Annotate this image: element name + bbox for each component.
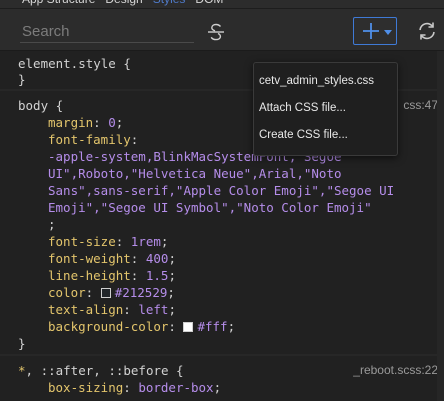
chevron-down-icon <box>384 30 392 35</box>
plus-icon <box>362 22 380 44</box>
decl-color[interactable]: color: #212529; <box>48 284 175 301</box>
color-swatch[interactable] <box>183 322 194 332</box>
refresh-icon[interactable] <box>416 20 438 42</box>
font-family-terminator: ; <box>48 217 56 232</box>
menu-item-create-css[interactable]: Create CSS file... <box>259 129 348 141</box>
decl-font-size[interactable]: font-size: 1rem; <box>48 233 168 250</box>
decl-box-sizing[interactable]: box-sizing: border-box; <box>48 379 221 396</box>
reboot-rule[interactable]: *, ::after, ::before { _reboot.scss:22 b… <box>0 356 444 401</box>
add-stylesheet-menu: cetv_admin_styles.css Attach CSS file...… <box>253 62 398 156</box>
font-family-value-line: Emoji","Segoe UI Symbol","Noto Color Emo… <box>48 200 372 215</box>
element-style-selector: element.style { <box>18 56 131 71</box>
rule-close-brace: } <box>18 336 26 351</box>
font-family-value-line: Sans",sans-serif,"Apple Color Emoji","Se… <box>48 183 395 198</box>
tab-styles[interactable]: Styles <box>153 0 186 8</box>
decl-background-color[interactable]: background-color: #fff; <box>48 318 235 335</box>
strikethrough-filter-icon[interactable] <box>206 21 226 43</box>
rule-close-brace: } <box>18 72 26 87</box>
body-selector: body { <box>18 98 64 113</box>
menu-item-stylesheet[interactable]: cetv_admin_styles.css <box>259 75 374 87</box>
search-input[interactable] <box>20 20 194 43</box>
universal-selector: *, ::after, ::before { <box>18 363 184 378</box>
menu-item-attach-css[interactable]: Attach CSS file... <box>259 102 346 114</box>
tab-app-structure[interactable]: App Structure <box>22 0 95 8</box>
decl-font-family[interactable]: font-family: <box>48 131 138 148</box>
tab-design[interactable]: Design <box>105 0 142 8</box>
styles-toolbar <box>0 9 444 51</box>
rule-source-link[interactable]: _reboot.scss:22 <box>353 362 438 379</box>
scrollbar[interactable] <box>437 51 444 401</box>
decl-font-weight[interactable]: font-weight: 400; <box>48 250 176 267</box>
rule-source-link[interactable]: css:47 <box>403 97 438 114</box>
font-family-value-line: UI",Roboto,"Helvetica Neue",Arial,"Noto <box>48 166 342 181</box>
top-tab-strip: App Structure Design Styles DOM <box>0 0 444 9</box>
decl-line-height[interactable]: line-height: 1.5; <box>48 267 176 284</box>
decl-text-align[interactable]: text-align: left; <box>48 301 176 318</box>
tab-dom[interactable]: DOM <box>195 0 223 8</box>
decl-margin[interactable]: margin: 0; <box>48 114 123 131</box>
add-stylesheet-button[interactable] <box>353 17 397 45</box>
color-swatch[interactable] <box>100 288 111 298</box>
